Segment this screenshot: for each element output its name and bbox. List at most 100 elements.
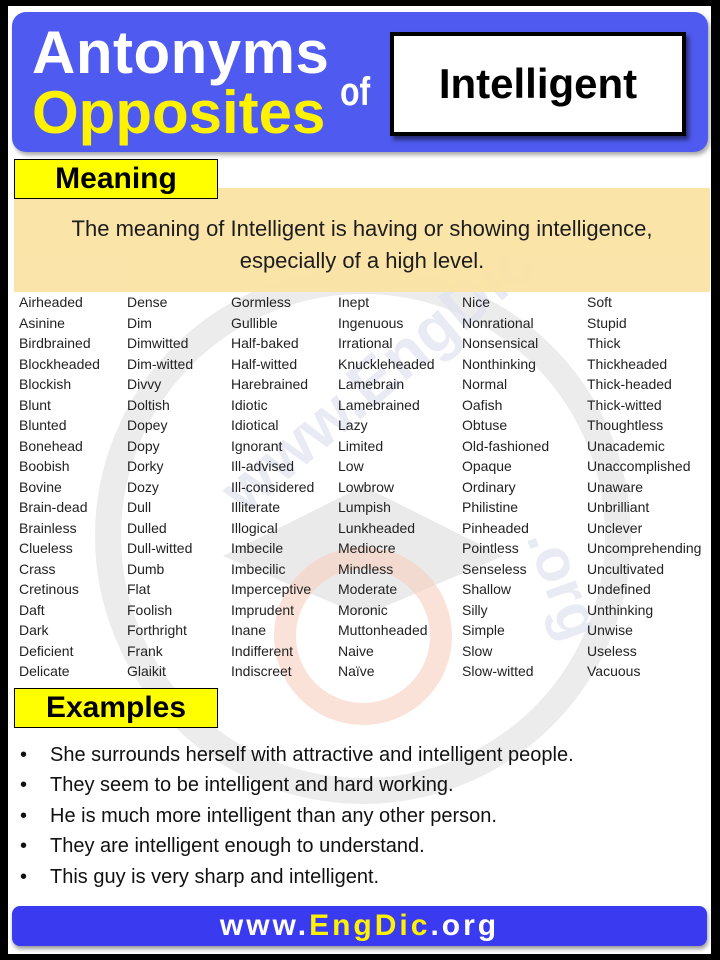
antonym-word: Dark <box>19 622 49 638</box>
antonym-word: Imprudent <box>231 601 295 618</box>
examples-list: She surrounds herself with attractive an… <box>18 740 574 892</box>
antonym-word: Dim <box>127 314 152 331</box>
antonym-word: Imbecilic <box>231 560 286 577</box>
antonym-word: Shallow <box>462 581 512 597</box>
footer-prefix: www. <box>219 909 310 942</box>
examples-label: Examples <box>14 688 218 728</box>
antonym-word: Soft <box>587 294 612 310</box>
example-sentence: He is much more intelligent than any oth… <box>18 801 574 832</box>
antonym-word: Thickheaded <box>587 355 668 372</box>
antonym-word: Bonehead <box>19 437 83 454</box>
antonym-word: Cretinous <box>19 581 79 597</box>
meaning-label: Meaning <box>14 159 218 199</box>
antonym-word: Crass <box>19 560 56 577</box>
antonym-word: Uncultivated <box>587 560 665 577</box>
antonym-word: Daft <box>19 601 45 618</box>
antonym-word: Imbecile <box>231 540 284 556</box>
antonym-word: Idiotical <box>231 417 279 433</box>
antonym-word: Obtuse <box>462 417 508 433</box>
antonym-word: Dozy <box>127 478 159 495</box>
antonym-word: Indiscreet <box>231 663 292 679</box>
antonym-word: Slow <box>462 642 493 659</box>
antonym-word: Blunt <box>19 396 51 413</box>
antonym-word: Harebrained <box>231 376 309 392</box>
antonym-word: Unbrilliant <box>587 499 650 515</box>
antonym-word: Lazy <box>338 417 368 433</box>
antonym-column: Soft Stupid Thick Thickheaded Thick-headed Th… <box>587 292 711 682</box>
antonyms-card: www.EngDic .org Antonyms Opposites of In… <box>8 6 711 954</box>
antonym-word: Thoughtless <box>587 417 664 433</box>
antonym-word: Nonthinking <box>462 355 536 372</box>
antonym-word: Slow-witted <box>462 663 534 679</box>
antonym-word: Mindless <box>338 560 394 577</box>
antonym-word: Birdbrained <box>19 335 91 351</box>
antonym-word: Lowbrow <box>338 478 395 495</box>
antonym-word: Knuckleheaded <box>338 355 435 372</box>
example-sentence: This guy is very sharp and intelligent. <box>18 862 574 893</box>
antonym-word: Unaware <box>587 478 644 495</box>
antonym-column: Gormless Gullible Half-baked Half-witted Har… <box>231 292 338 682</box>
antonym-word: Simple <box>462 622 505 638</box>
headword-box: Intelligent <box>390 32 686 136</box>
antonym-word: Imperceptive <box>231 581 312 597</box>
example-sentence: They seem to be intelligent and hard wor… <box>18 770 574 801</box>
antonym-word: Dulled <box>127 519 167 536</box>
antonym-word: Mediocre <box>338 540 396 556</box>
antonym-word: Illiterate <box>231 499 281 515</box>
antonym-word: Low <box>338 458 364 474</box>
antonym-word: Silly <box>462 601 488 618</box>
antonym-word: Senseless <box>462 560 527 577</box>
antonym-word: Useless <box>587 642 637 659</box>
antonym-word: Unaccomplished <box>587 458 691 474</box>
antonym-word: Unwise <box>587 622 633 638</box>
antonym-word: Stupid <box>587 314 627 331</box>
antonym-word: Moderate <box>338 581 398 597</box>
antonym-word: Indifferent <box>231 642 294 659</box>
antonym-word: Naive <box>338 642 374 659</box>
website-footer[interactable]: www. EngDic .org <box>12 906 707 946</box>
antonym-word: Idiotic <box>231 396 268 413</box>
antonym-word: Clueless <box>19 540 73 556</box>
antonym-word: Doltish <box>127 396 170 413</box>
antonym-word: Ill-advised <box>231 458 295 474</box>
title-connector: of <box>340 70 371 114</box>
antonym-word: Blunted <box>19 417 67 433</box>
antonym-word: Asinine <box>19 314 65 331</box>
antonym-word: Inept <box>338 294 370 310</box>
antonym-word: Opaque <box>462 458 512 474</box>
antonym-word: Boobish <box>19 458 70 474</box>
example-sentence: She surrounds herself with attractive an… <box>18 740 574 771</box>
antonym-word: Vacuous <box>587 663 641 679</box>
antonym-word: Lunkheaded <box>338 519 416 536</box>
antonym-word: Dopey <box>127 417 168 433</box>
headword: Intelligent <box>438 60 638 107</box>
title-banner: Antonyms Opposites of Intelligent <box>12 12 708 152</box>
antonym-word: Philistine <box>462 499 519 515</box>
antonym-word: Undefined <box>587 581 651 597</box>
antonym-word: Ignorant <box>231 437 283 454</box>
antonym-word: Unacademic <box>587 437 665 454</box>
antonym-word: Inane <box>231 622 267 638</box>
antonym-word: Airheaded <box>19 294 83 310</box>
antonym-word: Ordinary <box>462 478 516 495</box>
antonym-word: Bovine <box>19 478 62 495</box>
antonym-word: Nonrational <box>462 314 534 331</box>
antonym-word: Delicate <box>19 663 70 679</box>
antonym-word: Brainless <box>19 519 77 536</box>
antonym-word: Brain-dead <box>19 499 88 515</box>
antonym-word: Dumb <box>127 560 165 577</box>
antonym-word: Unclever <box>587 519 643 536</box>
title-opposites: Opposites <box>32 79 326 146</box>
antonym-word: Half-baked <box>231 335 299 351</box>
antonym-word: Uncomprehending <box>587 540 702 556</box>
antonym-word: Dull <box>127 499 152 515</box>
antonym-word: Muttonheaded <box>338 622 428 638</box>
antonym-word: Half-witted <box>231 355 298 372</box>
antonym-word: Naïve <box>338 663 375 679</box>
antonym-word: Normal <box>462 376 508 392</box>
antonym-word: Blockish <box>19 376 72 392</box>
antonym-word: Frank <box>127 642 163 659</box>
antonym-word: Ingenuous <box>338 314 404 331</box>
antonym-word: Flat <box>127 581 151 597</box>
antonym-word: Nice <box>462 294 491 310</box>
